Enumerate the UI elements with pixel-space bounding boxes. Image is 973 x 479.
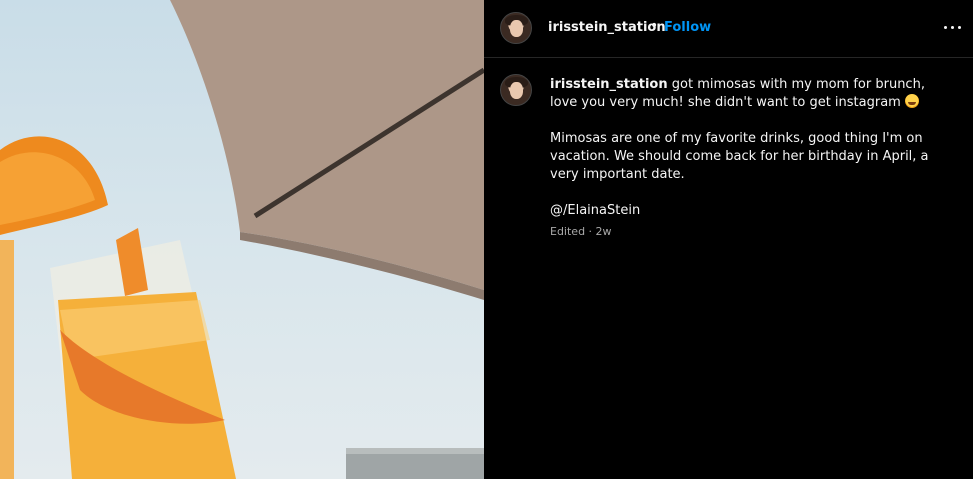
separator-dot: • xyxy=(650,18,659,34)
caption-mention[interactable]: @/ElainaStein xyxy=(550,202,954,220)
caption-paragraph-2: Mimosas are one of my favorite drinks, g… xyxy=(550,131,929,182)
post-details-panel: irisstein_station • Follow irisstein_sta… xyxy=(484,0,973,479)
post-header: irisstein_station • Follow xyxy=(484,0,973,58)
follow-button[interactable]: Follow xyxy=(664,20,711,35)
rofl-emoji-icon xyxy=(905,94,919,108)
caption-text: irisstein_station got mimosas with my mo… xyxy=(550,76,954,220)
left-glass xyxy=(0,240,14,479)
header-username[interactable]: irisstein_station xyxy=(548,20,666,35)
post-photo xyxy=(0,0,484,479)
caption-username[interactable]: irisstein_station xyxy=(550,77,668,92)
avatar[interactable] xyxy=(500,12,532,44)
mimosa-photo-illustration xyxy=(0,0,484,479)
edited-timestamp: Edited · 2w xyxy=(550,225,612,238)
more-options-icon[interactable] xyxy=(943,16,963,38)
umbrella-canopy xyxy=(170,0,484,290)
avatar[interactable] xyxy=(500,74,532,106)
